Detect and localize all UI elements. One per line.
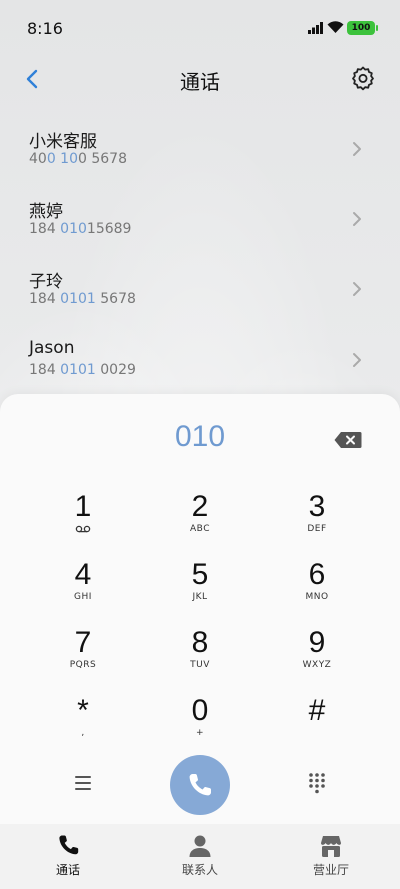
dial-key-3[interactable]: 3 DEF xyxy=(272,491,362,551)
gear-icon[interactable] xyxy=(350,65,376,91)
wifi-icon xyxy=(327,21,344,33)
dialpad-panel: 010 1 2 ABC 3 DEF 4 GHI 5 JKL 6 MNO 7 PQ… xyxy=(0,394,400,889)
contact-number: 400 100 5678 xyxy=(29,151,127,167)
contact-row[interactable]: 子玲 184 0101 5678 xyxy=(0,267,400,337)
contact-name: Jason xyxy=(29,338,75,358)
chevron-right-icon xyxy=(353,353,361,367)
chevron-right-icon xyxy=(353,212,361,226)
dial-key-1[interactable]: 1 xyxy=(38,491,128,551)
person-icon xyxy=(189,835,211,857)
contact-row[interactable]: 燕婷 184 01015689 xyxy=(0,197,400,267)
contact-name: 燕婷 xyxy=(29,202,63,222)
contact-number: 184 0101 5678 xyxy=(29,291,136,307)
chevron-right-icon xyxy=(353,282,361,296)
contact-name: 小米客服 xyxy=(29,132,97,152)
nav-label: 营业厅 xyxy=(312,863,349,877)
app-header: 通话 xyxy=(0,56,400,100)
contact-number: 184 01015689 xyxy=(29,221,132,237)
status-time: 8:16 xyxy=(27,19,63,38)
nav-tab-contacts[interactable]: 联系人 xyxy=(150,824,250,889)
voicemail-icon xyxy=(75,525,91,533)
dial-key-5[interactable]: 5 JKL xyxy=(155,559,245,619)
dial-key-6[interactable]: 6 MNO xyxy=(272,559,362,619)
battery-indicator: 100 xyxy=(347,21,378,35)
phone-icon xyxy=(189,774,211,796)
nav-label: 联系人 xyxy=(181,863,218,877)
bottom-navigation: 通话 联系人 营业厅 xyxy=(0,824,400,889)
dialpad-grid-icon[interactable] xyxy=(307,772,327,794)
contact-row[interactable]: 小米客服 400 100 5678 xyxy=(0,127,400,197)
dial-key-8[interactable]: 8 TUV xyxy=(155,627,245,687)
store-icon xyxy=(321,836,341,857)
nav-tab-store[interactable]: 营业厅 xyxy=(281,824,381,889)
nav-tab-calls[interactable]: 通话 xyxy=(18,824,118,889)
chevron-right-icon xyxy=(353,142,361,156)
contact-name: 子玲 xyxy=(29,272,63,292)
backspace-icon[interactable] xyxy=(334,431,362,449)
dial-key-star[interactable]: * , xyxy=(38,695,128,755)
page-title: 通话 xyxy=(180,70,220,94)
signal-icon xyxy=(308,22,323,34)
call-button[interactable] xyxy=(170,755,230,815)
status-bar: 8:16 100 xyxy=(0,0,400,56)
dial-key-7[interactable]: 7 PQRS xyxy=(38,627,128,687)
dial-key-2[interactable]: 2 ABC xyxy=(155,491,245,551)
dial-key-9[interactable]: 9 WXYZ xyxy=(272,627,362,687)
phone-icon xyxy=(59,835,79,855)
dial-key-hash[interactable]: # xyxy=(272,695,362,755)
menu-icon[interactable] xyxy=(72,774,94,792)
contact-number: 184 0101 0029 xyxy=(29,362,136,378)
dial-key-0[interactable]: 0 + xyxy=(155,695,245,755)
nav-label: 通话 xyxy=(55,863,80,877)
dial-key-4[interactable]: 4 GHI xyxy=(38,559,128,619)
